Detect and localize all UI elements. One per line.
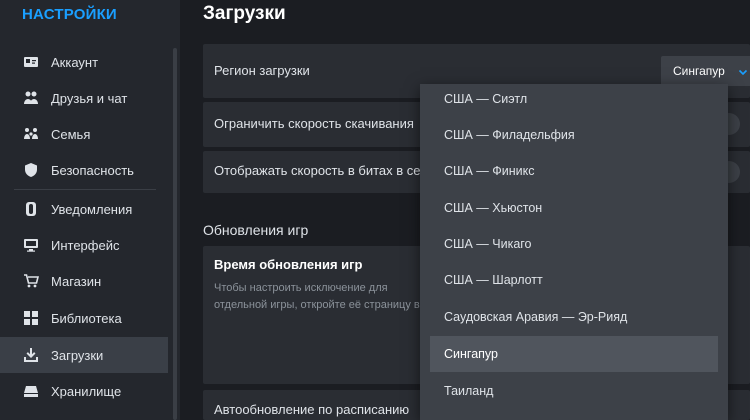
region-dropdown-list[interactable]: США — Сиэтл США — Филадельфия США — Фини… (420, 84, 728, 420)
chevron-down-icon (737, 65, 749, 77)
sidebar-item-label: Интерфейс (51, 237, 120, 253)
sidebar-item-label: Хранилище (51, 383, 122, 399)
sidebar-item-security[interactable]: Безопасность (0, 152, 168, 188)
sidebar-title: НАСТРОЙКИ (22, 6, 117, 23)
sidebar-item-label: Библиотека (51, 310, 122, 326)
sidebar-item-label: Аккаунт (51, 54, 99, 70)
region-option-selected[interactable]: Сингапур (430, 336, 718, 372)
download-region-value: Сингапур (673, 64, 725, 78)
cart-icon (23, 273, 39, 289)
sidebar-item-label: Друзья и чат (51, 90, 128, 106)
region-option[interactable]: США — Шарлотт (430, 262, 718, 298)
sidebar-item-label: Магазин (51, 273, 102, 289)
sidebar-item-label: Уведомления (51, 201, 133, 217)
region-option[interactable]: Саудовская Аравия — Эр-Рияд (430, 299, 718, 335)
update-time-description: Чтобы настроить исключение для отдельной… (214, 282, 420, 311)
monitor-icon (23, 237, 39, 253)
sidebar-scrollbar[interactable] (173, 48, 177, 420)
sidebar-item-account[interactable]: Аккаунт (0, 44, 168, 80)
bits-speed-label: Отображать скорость в битах в секунду (214, 163, 455, 178)
sidebar-item-downloads[interactable]: Загрузки (0, 337, 168, 373)
sidebar-item-store[interactable]: Магазин (0, 263, 168, 299)
game-updates-heading: Обновления игр (203, 222, 309, 238)
region-option[interactable]: США — Финикс (430, 153, 718, 189)
sidebar-item-interface[interactable]: Интерфейс (0, 227, 168, 263)
family-icon (23, 126, 39, 142)
sidebar-divider (14, 189, 156, 190)
sidebar-item-friends-chat[interactable]: Друзья и чат (0, 80, 168, 116)
sidebar-item-family[interactable]: Семья (0, 116, 168, 152)
settings-sidebar: НАСТРОЙКИ Аккаунт Друзья и чат Семья Без… (0, 0, 180, 420)
region-option[interactable]: США — Чикаго (430, 226, 718, 262)
download-icon (23, 347, 39, 363)
region-option[interactable]: США — Филадельфия (430, 117, 718, 153)
sidebar-item-label: Безопасность (51, 162, 134, 178)
download-region-select[interactable]: Сингапур (661, 56, 750, 86)
sidebar-item-label: Загрузки (51, 347, 104, 363)
limit-speed-label: Ограничить скорость скачивания (214, 116, 414, 131)
region-option[interactable]: США — Хьюстон (430, 190, 718, 226)
sidebar-item-label: Семья (51, 126, 91, 142)
friends-icon (23, 90, 39, 106)
page-title: Загрузки (203, 3, 286, 24)
notifications-icon (23, 201, 39, 217)
shield-icon (23, 162, 39, 178)
library-grid-icon (23, 310, 39, 326)
sidebar-item-library[interactable]: Библиотека (0, 300, 168, 336)
scheduled-update-label: Автообновление по расписанию (214, 402, 410, 417)
region-option[interactable]: Таиланд (430, 373, 718, 409)
download-region-label: Регион загрузки (214, 63, 310, 78)
region-option[interactable]: США — Сиэтл (430, 84, 718, 117)
sidebar-item-notifications[interactable]: Уведомления (0, 191, 168, 227)
update-time-title: Время обновления игр (214, 257, 363, 272)
sidebar-item-storage[interactable]: Хранилище (0, 373, 168, 409)
storage-drive-icon (23, 383, 39, 399)
account-card-icon (23, 54, 39, 70)
